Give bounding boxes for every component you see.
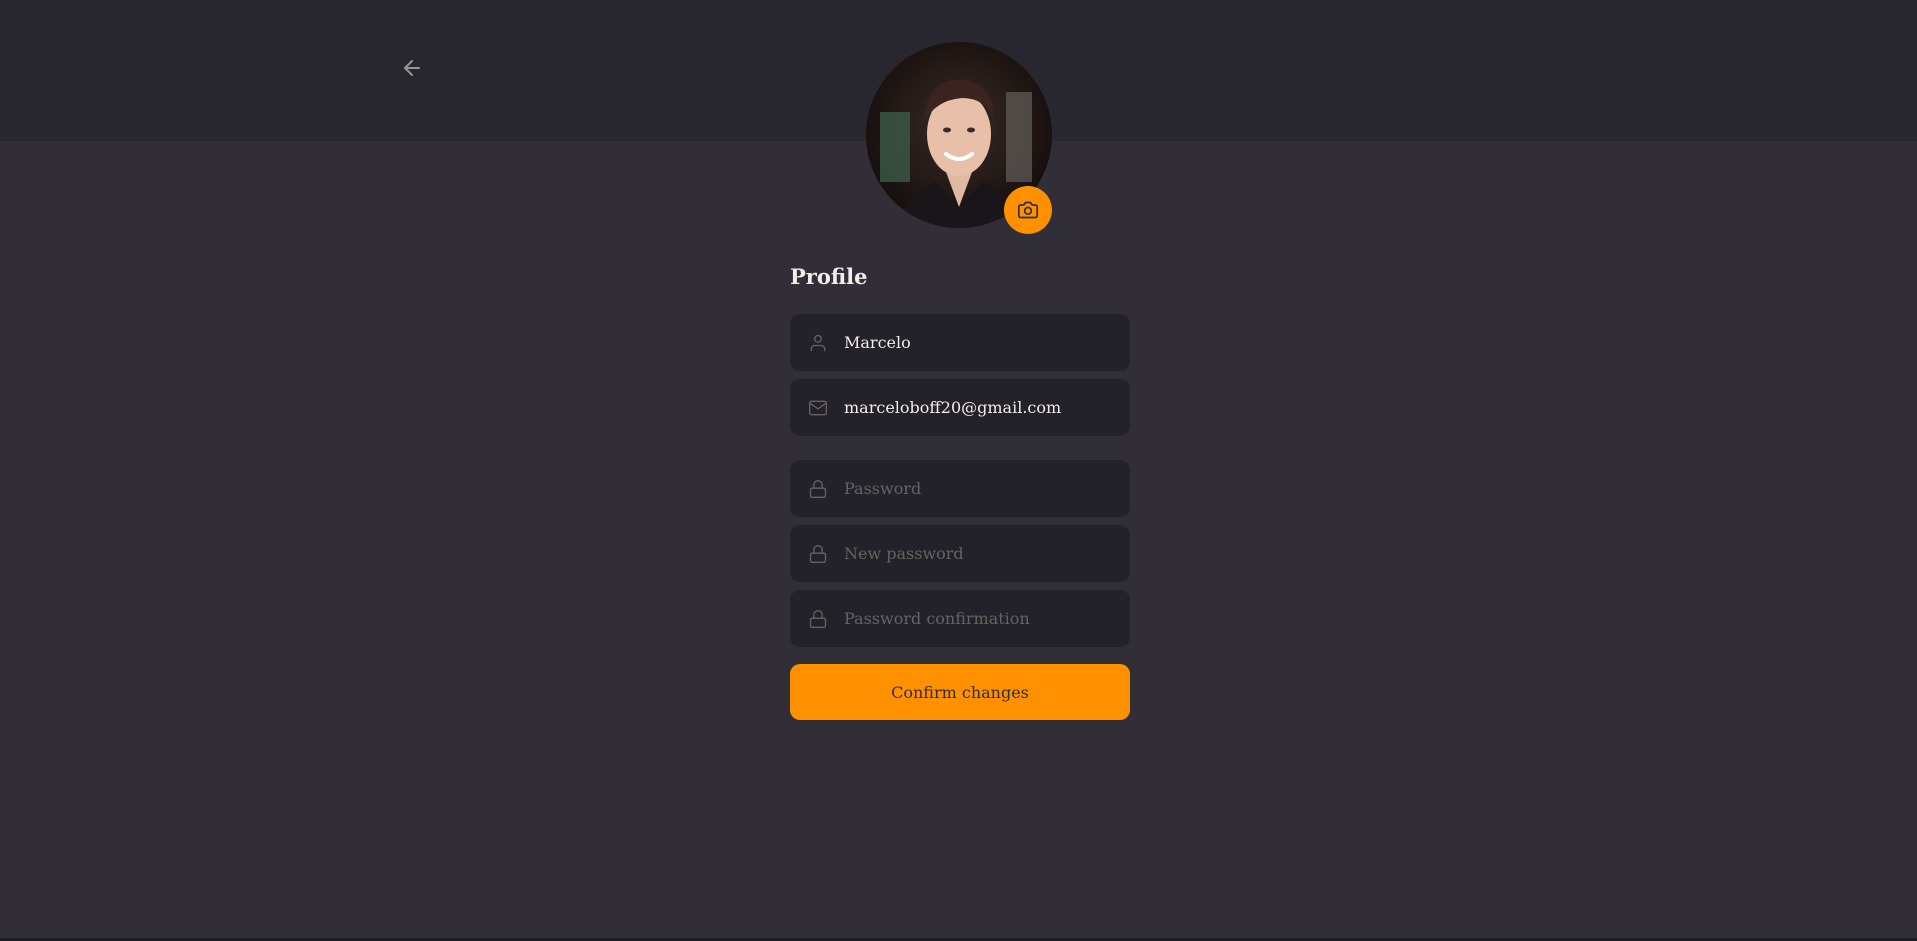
confirm-changes-button[interactable]: Confirm changes [790, 664, 1130, 720]
password-field[interactable] [790, 460, 1130, 517]
camera-icon [1018, 201, 1038, 219]
name-field[interactable] [790, 314, 1130, 371]
back-button[interactable] [396, 54, 428, 82]
change-avatar-button[interactable] [1004, 186, 1052, 234]
profile-form: Profile Marcelo marceloboff20@gmail.com … [790, 262, 1130, 720]
lock-icon [808, 479, 828, 499]
name-input[interactable] [844, 314, 1130, 371]
mail-icon [808, 398, 828, 418]
lock-icon [808, 609, 828, 629]
new-password-field[interactable] [790, 525, 1130, 582]
lock-icon [808, 544, 828, 564]
user-icon [808, 333, 828, 353]
new-password-input[interactable] [844, 525, 1130, 582]
email-field[interactable] [790, 379, 1130, 436]
page-title: Profile [790, 264, 868, 289]
password-input[interactable] [844, 460, 1130, 517]
password-confirmation-input[interactable] [844, 590, 1130, 647]
password-confirmation-field[interactable] [790, 590, 1130, 647]
arrow-left-icon [404, 60, 420, 76]
avatar-container [866, 42, 1052, 234]
email-input[interactable] [844, 379, 1130, 436]
